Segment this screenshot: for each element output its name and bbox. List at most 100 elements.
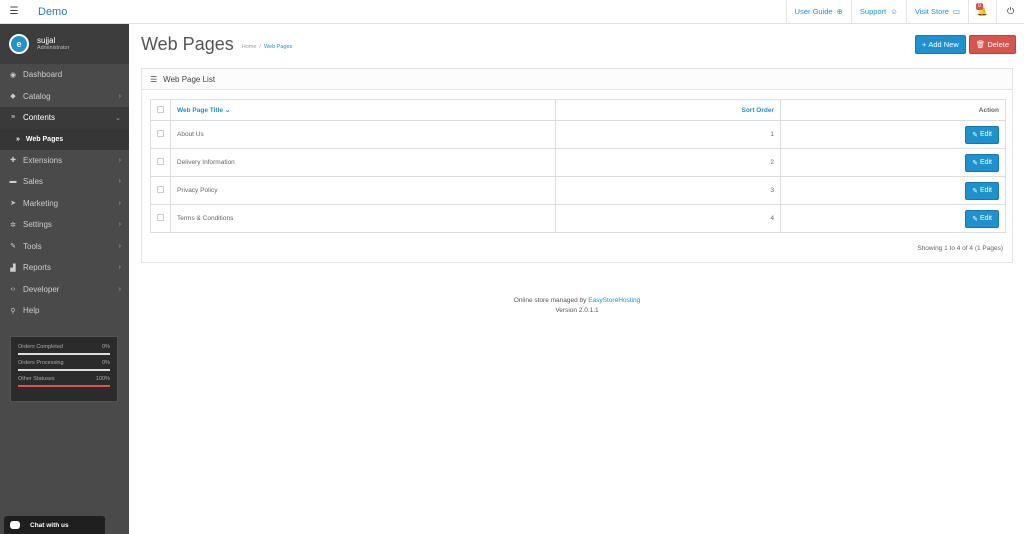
stat-progress-bar [18,369,110,371]
column-header-sort[interactable]: Sort Order [555,99,781,121]
edit-button[interactable]: ✎ Edit [965,181,999,200]
sidebar-item-developer[interactable]: ‹› Developer › [0,279,129,301]
footer-version: Version 2.0.1.1 [555,307,599,314]
sidebar-item-label: Contents [23,113,56,123]
sidebar-item-label: Tools [23,241,42,251]
stat-value: 0% [102,344,110,350]
sidebar-item-web-pages[interactable]: » Web Pages [0,128,129,150]
select-all-checkbox[interactable] [157,105,164,113]
row-checkbox[interactable] [157,186,164,193]
sort-chevron-down-icon: ⌄ [224,107,231,114]
add-new-button[interactable]: + Add New [914,34,966,54]
notifications-button[interactable]: 0 🔔 [968,0,996,24]
row-sort-order: 3 [555,176,781,205]
header-right-nav: User Guide ⊕ Support ☺ Visit Store ▭ 0 🔔… [785,0,1024,24]
edit-label: Edit [979,187,992,194]
trash-icon: 🗑 [975,39,986,49]
profile-name: sujjal [37,35,56,45]
sidebar-item-label: Settings [23,220,52,230]
edit-label: Edit [979,215,992,222]
stat-orders-processing: Orders Processing 0% [18,359,110,371]
row-title: About Us [170,120,556,149]
brand-link[interactable]: Demo [32,6,67,18]
plus-icon: + [921,39,927,49]
row-checkbox[interactable] [157,158,164,165]
delete-label: Delete [987,39,1009,49]
support-label: Support [859,7,887,16]
row-checkbox-cell [150,120,171,149]
sidebar-item-label: Dashboard [23,70,63,80]
panel-title: Web Page List [163,74,216,84]
sidebar-item-reports[interactable]: ▟ Reports › [0,257,129,279]
logout-button[interactable]: ⏻ [996,0,1024,24]
chevron-right-icon: › [118,285,121,293]
row-action-cell: ✎ Edit [780,204,1006,233]
chat-with-us-button[interactable]: Chat with us [4,516,105,534]
stat-progress-bar [18,385,110,387]
support-link[interactable]: Support ☺ [850,0,906,24]
sidebar-item-help[interactable]: ⚲ Help [0,300,129,322]
sidebar-item-extensions[interactable]: ✚ Extensions › [0,150,129,172]
smile-icon: ☺ [890,7,898,16]
add-new-label: Add New [928,39,959,49]
stat-progress-bar [18,353,110,355]
row-checkbox-cell [150,204,171,233]
row-checkbox[interactable] [157,214,164,221]
panel-heading: ☰ Web Page List [142,69,1012,90]
chat-label: Chat with us [30,521,69,529]
sidebar: e sujjal Administrator ◉ Dashboard ◆ Cat… [0,24,129,534]
edit-label: Edit [979,159,992,166]
visit-store-link[interactable]: Visit Store ▭ [905,0,968,24]
sidebar-item-settings[interactable]: ✲ Settings › [0,214,129,236]
menu-toggle-icon[interactable]: ☰ [0,0,28,24]
stat-value: 100% [95,376,110,382]
breadcrumb-home[interactable]: Home [242,44,257,50]
row-action-cell: ✎ Edit [780,176,1006,205]
footer-credit-link[interactable]: EasyStoreHosting [588,297,640,304]
search-icon: ⚲ [10,307,16,315]
breadcrumb: Home / Web Pages [242,44,293,50]
visit-store-label: Visit Store [914,7,949,16]
chevron-down-icon: ⌄ [115,114,121,122]
stat-label: Other Statuses [18,376,55,382]
sidebar-item-label: Extensions [23,155,63,165]
user-profile[interactable]: e sujjal Administrator [0,24,129,64]
table-row: Terms & Conditions 4 ✎ Edit [150,204,1006,233]
wrench-icon: ✎ [10,243,16,251]
delete-button[interactable]: 🗑 Delete [968,34,1016,54]
sidebar-item-marketing[interactable]: ➤ Marketing › [0,193,129,215]
sidebar-item-tools[interactable]: ✎ Tools › [0,236,129,258]
chevron-right-icon: › [118,242,121,250]
stat-label: Orders Processing [18,360,64,366]
row-title: Terms & Conditions [170,204,556,233]
chat-bubble-icon [10,521,20,529]
page-actions: + Add New 🗑 Delete [914,34,1016,54]
tag-icon: ◆ [10,93,16,101]
chart-icon: ▟ [10,264,16,272]
breadcrumb-separator: / [259,44,261,50]
sidebar-item-contents[interactable]: ≡ Contents ⌄ [0,107,129,129]
edit-button[interactable]: ✎ Edit [965,153,999,172]
footer-credit-prefix: Online store managed by [513,297,589,304]
sidebar-item-catalog[interactable]: ◆ Catalog › [0,86,129,108]
sidebar-item-sales[interactable]: ▬ Sales › [0,171,129,193]
user-guide-link[interactable]: User Guide ⊕ [785,0,851,24]
row-sort-order: 2 [555,148,781,177]
column-header-title[interactable]: Web Page Title ⌄ [170,99,556,121]
chevron-right-icon: › [118,92,121,100]
footer-credit: Online store managed by EasyStoreHosting [141,296,1013,306]
pagination-info: Showing 1 to 4 of 4 (1 Pages) [917,245,1003,252]
pencil-icon: ✎ [972,131,978,139]
table-header-row: Web Page Title ⌄ Sort Order Action [150,99,1006,121]
sidebar-item-dashboard[interactable]: ◉ Dashboard [0,64,129,86]
edit-button[interactable]: ✎ Edit [965,209,999,228]
row-checkbox[interactable] [157,130,164,137]
page-title: Web Pages [141,33,234,54]
stat-value: 0% [102,360,110,366]
chevron-right-icon: › [118,156,121,164]
edit-button[interactable]: ✎ Edit [965,125,999,144]
pencil-icon: ✎ [972,187,978,195]
pencil-icon: ✎ [972,215,978,223]
breadcrumb-current[interactable]: Web Pages [264,44,292,50]
notification-badge: 0 [976,2,983,10]
